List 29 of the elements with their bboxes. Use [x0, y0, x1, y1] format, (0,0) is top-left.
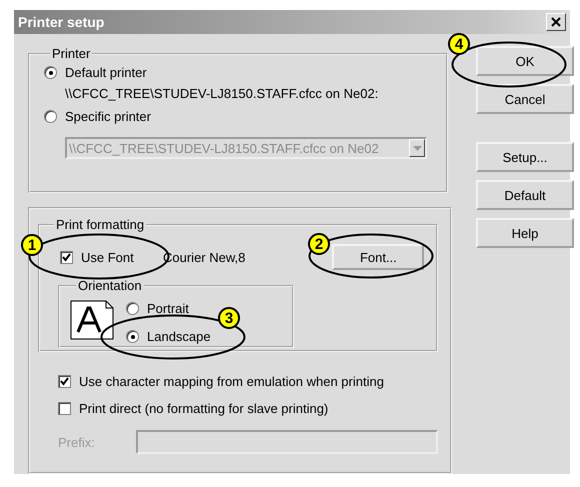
- group-label: Orientation: [77, 278, 143, 293]
- radio-label: Default printer: [65, 64, 147, 80]
- radio-button[interactable]: [126, 330, 139, 343]
- radio-label: Specific printer: [65, 108, 151, 124]
- radio-button[interactable]: [126, 302, 139, 315]
- prefix-label: Prefix:: [58, 434, 96, 450]
- checkbox[interactable]: [60, 250, 73, 264]
- radio-label: Portrait: [147, 301, 189, 316]
- landscape-page-icon: [70, 300, 114, 340]
- group-label: Print formatting: [55, 217, 146, 232]
- dialog-button[interactable]: OK: [476, 46, 574, 76]
- radio-button[interactable]: [44, 66, 57, 78]
- checkbox[interactable]: [58, 375, 71, 388]
- close-icon: [551, 17, 561, 27]
- checkbox-label: Print direct (no formatting for slave printing): [79, 401, 328, 416]
- radio-button[interactable]: [44, 110, 57, 122]
- dialog-button[interactable]: Default: [476, 180, 574, 210]
- group-label: Printer: [51, 46, 92, 61]
- radio-label: Landscape: [147, 329, 211, 344]
- dialog-button[interactable]: Setup...: [476, 142, 574, 172]
- checkbox-label: Use character mapping from emulation when printing: [79, 374, 384, 389]
- checkbox-label: Use Font: [81, 250, 134, 264]
- close-button[interactable]: [546, 13, 566, 31]
- dialog-button[interactable]: Help: [476, 218, 574, 248]
- font-button[interactable]: Font...: [332, 244, 424, 270]
- window-title: Printer setup: [18, 14, 104, 30]
- printer-path: \\CFCC_TREE\STUDEV-LJ8150.STAFF.cfcc on Ne02:: [64, 85, 380, 103]
- dialog-button[interactable]: Cancel: [476, 84, 574, 114]
- checkbox[interactable]: [58, 402, 71, 415]
